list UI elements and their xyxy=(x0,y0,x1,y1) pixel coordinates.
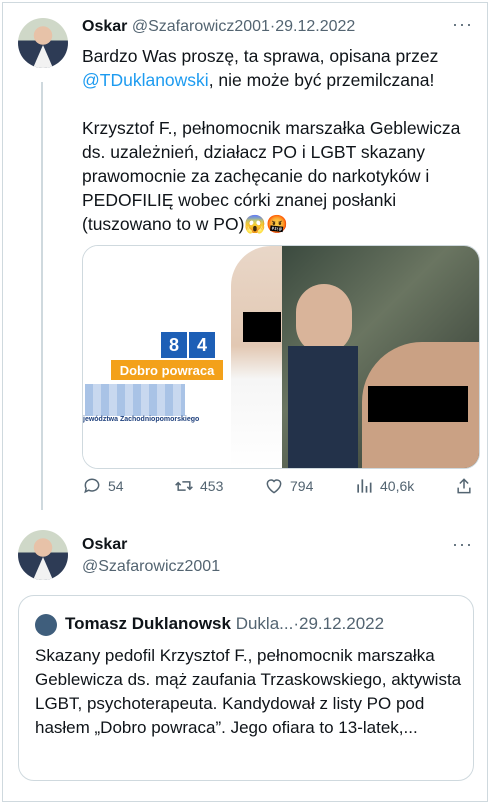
tweet-media[interactable]: 8 4 Dobro powraca jewództwa Zachodniopom… xyxy=(82,245,480,469)
tweet-text: Bardzo Was proszę, ta sprawa, opisana pr… xyxy=(82,44,472,236)
like-count: 794 xyxy=(290,478,314,494)
reply-icon xyxy=(84,478,100,494)
thread-line xyxy=(41,82,43,510)
avatar[interactable] xyxy=(18,530,68,580)
censor-bar xyxy=(368,386,468,422)
views-count: 40,6k xyxy=(380,478,415,494)
blurred-name xyxy=(85,384,185,416)
handle[interactable]: Dukla... xyxy=(236,614,294,633)
quoted-tweet[interactable]: Tomasz Duklanowsk Dukla...·29.12.2022 Sk… xyxy=(18,595,474,781)
more-icon[interactable]: ··· xyxy=(452,14,473,35)
views-button[interactable]: 40,6k xyxy=(354,476,414,496)
like-button[interactable]: 794 xyxy=(264,476,313,496)
views-icon xyxy=(357,479,372,493)
person-face xyxy=(296,284,352,354)
person-suit xyxy=(288,346,358,468)
tweet-header: Oskar @Szafarowicz2001·29.12.2022 xyxy=(82,18,355,36)
retweet-button[interactable]: 453 xyxy=(174,476,223,496)
avatar[interactable] xyxy=(18,18,68,68)
share-icon xyxy=(457,478,471,494)
candidate-number-badge: 4 xyxy=(189,332,215,358)
tweet-date[interactable]: 29.12.2022 xyxy=(299,614,384,633)
retweet-count: 453 xyxy=(200,478,224,494)
display-name[interactable]: Oskar xyxy=(82,18,127,35)
more-icon[interactable]: ··· xyxy=(452,534,473,555)
reply-count: 54 xyxy=(108,478,124,494)
tweet-text-part2: , nie może być przemilczana! xyxy=(208,70,435,90)
mention-link[interactable]: @TDuklanowski xyxy=(82,70,209,90)
handle[interactable]: @Szafarowicz2001 xyxy=(82,558,220,576)
quote-text: Skazany pedofil Krzysztof F., pełnomocni… xyxy=(35,646,462,737)
censor-bar xyxy=(243,312,281,342)
reply-button[interactable]: 54 xyxy=(82,476,124,496)
heart-icon xyxy=(266,479,282,494)
list-number-badge: 8 xyxy=(161,332,187,358)
tweet-header: Oskar @Szafarowicz2001 xyxy=(82,536,220,576)
handle[interactable]: @Szafarowicz2001 xyxy=(132,18,270,35)
region-caption: jewództwa Zachodniopomorskiego xyxy=(83,416,200,423)
media-image-left[interactable]: 8 4 Dobro powraca jewództwa Zachodniopom… xyxy=(83,246,291,468)
display-name[interactable]: Oskar xyxy=(82,536,220,554)
quote-header: Tomasz Duklanowsk Dukla...·29.12.2022 xyxy=(65,614,384,634)
tweet-actions: 54 453 794 40,6k xyxy=(82,476,480,500)
retweet-icon xyxy=(175,481,193,491)
tweet-text-part3: Krzysztof F., pełnomocnik marszałka Gebl… xyxy=(82,118,461,234)
tweet-date[interactable]: 29.12.2022 xyxy=(275,18,355,35)
share-button[interactable] xyxy=(454,476,474,496)
media-image-right[interactable] xyxy=(282,246,479,468)
slogan-banner: Dobro powraca xyxy=(111,360,223,380)
avatar[interactable] xyxy=(35,614,57,636)
display-name[interactable]: Tomasz Duklanowsk xyxy=(65,614,231,633)
tweet-text-part1: Bardzo Was proszę, ta sprawa, opisana pr… xyxy=(82,46,439,66)
